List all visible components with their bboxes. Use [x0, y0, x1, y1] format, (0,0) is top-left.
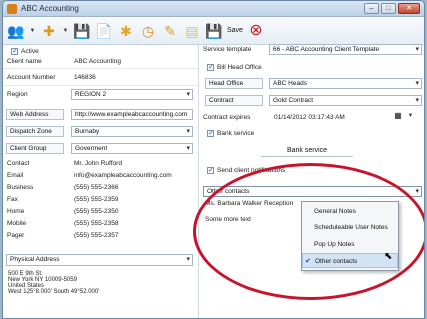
edit-icon[interactable]: ✎ — [161, 22, 179, 40]
dispatch-zone-label: Dispatch Zone — [6, 126, 64, 137]
maximize-button[interactable]: □ — [381, 3, 396, 14]
fax-label: Fax — [7, 196, 18, 203]
contract-expires-value[interactable]: 01/14/2012 03:17:43 AM — [274, 114, 345, 121]
pager-value[interactable]: (555) 555-2357 — [74, 232, 118, 239]
bill-head-office-checkbox[interactable]: ✓ — [207, 64, 214, 71]
web-address-label: Web Address — [6, 109, 64, 120]
chevron-down-icon[interactable]: ▼ — [407, 109, 414, 123]
close-button[interactable]: ✕ — [398, 3, 420, 14]
contract-label: Contract — [205, 95, 263, 106]
chevron-down-icon[interactable]: ▼ — [62, 22, 69, 40]
chevron-down-icon[interactable]: ▼ — [29, 22, 36, 40]
mobile-label: Mobile — [7, 220, 27, 227]
save-disk-icon[interactable]: 💾 — [73, 22, 91, 40]
save-icon[interactable]: 💾 — [205, 22, 223, 40]
contract-dropdown[interactable]: Gold Contract — [269, 95, 422, 106]
region-label: Region — [7, 91, 28, 98]
window-title: ABC Accounting — [21, 4, 79, 13]
email-label: Email — [7, 172, 24, 179]
bank-service-checkbox[interactable]: ✓ — [207, 130, 214, 137]
contract-expires-label: Contract expires — [203, 114, 251, 121]
client-details-panel: ✓ Active Client name ABC Accounting Acco… — [3, 45, 199, 318]
gear-icon[interactable]: ✱ — [117, 22, 135, 40]
minimize-button[interactable]: – — [364, 3, 379, 14]
address-type-dropdown[interactable]: Physical Address — [6, 254, 193, 266]
client-group-label: Client Group — [6, 143, 64, 154]
head-office-label: Head Office — [205, 78, 263, 89]
home-value[interactable]: (555) 555-2350 — [74, 208, 118, 215]
title-bar: ABC Accounting – □ ✕ — [3, 1, 424, 17]
client-group-dropdown[interactable]: Goverment — [71, 143, 193, 154]
active-checkbox[interactable]: ✓ — [11, 48, 18, 55]
contact-value[interactable]: Mr. John Rufford — [74, 160, 122, 167]
add-item-icon[interactable]: ✚ — [40, 22, 58, 40]
clock-icon[interactable]: ◷ — [139, 22, 157, 40]
service-template-dropdown[interactable]: 66 - ABC Accounting Client Template — [269, 44, 422, 55]
cancel-icon[interactable]: ⊗ — [247, 22, 265, 40]
business-label: Business — [7, 184, 34, 191]
region-dropdown[interactable]: REGION 2 — [71, 89, 193, 100]
pager-label: Pager — [7, 232, 25, 239]
service-template-label: Service template — [203, 46, 252, 53]
business-value[interactable]: (555) 555-2366 — [74, 184, 118, 191]
toolbar: 👥 ▼ ✚ ▼ 💾 📄 ✱ ◷ ✎ ▤ 💾 Save ⊗ — [3, 17, 424, 45]
main-window: ABC Accounting – □ ✕ 👥 ▼ ✚ ▼ 💾 📄 ✱ ◷ ✎ ▤… — [2, 0, 425, 319]
calendar-icon[interactable]: ▦ — [391, 109, 405, 123]
mobile-value[interactable]: (555) 555-2358 — [74, 220, 118, 227]
notes-icon[interactable]: ▤ — [183, 22, 201, 40]
fax-value[interactable]: (555) 555-2359 — [74, 196, 118, 203]
active-label: Active — [21, 48, 39, 55]
bill-head-office-label: Bill Head Office — [217, 64, 262, 71]
add-client-icon[interactable]: 👥 — [7, 22, 25, 40]
save-button[interactable]: Save — [227, 22, 243, 40]
client-name-label: Client name — [7, 58, 42, 65]
contact-label: Contact — [7, 160, 30, 167]
head-office-dropdown[interactable]: ABC Heads — [269, 78, 422, 89]
web-address-field[interactable]: http://www.exampleabcaccounting.com — [71, 109, 193, 120]
email-value[interactable]: info@exampleabcaccounting.com — [74, 172, 172, 179]
bank-service-button[interactable]: Bank service — [261, 146, 353, 157]
client-form: ✓ Active Client name ABC Accounting Acco… — [3, 44, 424, 318]
document-icon[interactable]: 📄 — [95, 22, 113, 40]
dispatch-zone-dropdown[interactable]: Burnaby — [71, 126, 193, 137]
address-line: West 125°8.000' South 49°52.000' — [8, 289, 100, 295]
account-number-value[interactable]: 146836 — [74, 74, 96, 81]
highlight-ellipse — [193, 163, 424, 300]
home-label: Home — [7, 208, 25, 215]
app-icon — [7, 4, 17, 14]
send-notifications-checkbox[interactable]: ✓ — [207, 167, 214, 174]
mouse-cursor-icon: ⬉ — [384, 251, 393, 262]
client-name-value[interactable]: ABC Accounting — [74, 58, 121, 65]
bank-service-check-label: Bank service — [217, 130, 255, 137]
account-number-label: Account Number — [7, 74, 56, 81]
